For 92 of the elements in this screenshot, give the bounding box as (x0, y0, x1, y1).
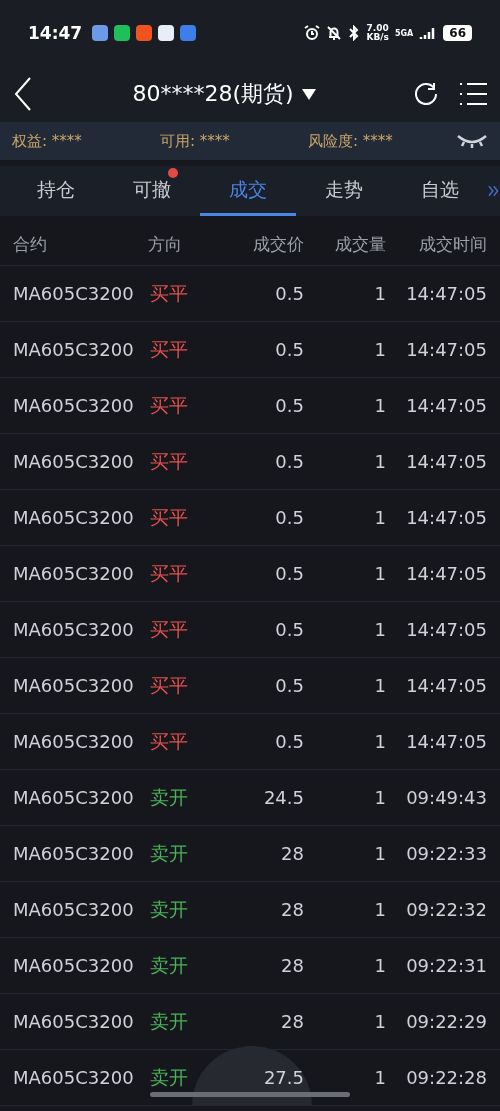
direction-label: 买平 (150, 728, 189, 754)
table-cell-text: MA605C3200 (13, 451, 135, 472)
column-header: 成交价 (252, 233, 304, 256)
table-cell-text: 1 (373, 619, 386, 640)
tab[interactable]: 走势 (296, 166, 393, 216)
table-cell-text: 0.5 (274, 451, 304, 472)
table-cell-text: 28 (280, 899, 304, 920)
table-cell-text: 14:47:05 (405, 619, 487, 640)
column-header: 方向 (148, 233, 183, 256)
direction-label: 买平 (150, 672, 189, 698)
table-cell-text: 24.5 (262, 787, 304, 808)
direction-label: 买平 (150, 280, 189, 306)
table-cell-text: 0.5 (274, 283, 304, 304)
table-cell-text: MA605C3200 (13, 563, 135, 584)
direction-label: 卖开 (150, 840, 189, 866)
table-cell-text: MA605C3200 (13, 507, 135, 528)
direction-label: 卖开 (150, 1064, 189, 1090)
table-cell-text: 09:22:31 (405, 955, 487, 976)
tab[interactable]: 自选 (392, 166, 489, 216)
table-cell-text: 09:22:29 (405, 1011, 487, 1032)
summary-field: 权益: **** (12, 131, 160, 151)
table-cell-text: 28 (280, 1011, 304, 1032)
table-cell-text: 1 (373, 283, 386, 304)
table-cell-text: 28 (280, 955, 304, 976)
direction-label: 买平 (150, 448, 189, 474)
summary-field: 可用: **** (160, 131, 308, 151)
table-cell-text: 1 (373, 955, 386, 976)
direction-label: 卖开 (150, 784, 189, 810)
column-header: 成交时间 (418, 233, 487, 256)
table-cell-text: 1 (373, 563, 386, 584)
table-cell-text: 1 (373, 899, 386, 920)
tab[interactable]: 持仓 (8, 166, 105, 216)
table-cell-text: MA605C3200 (13, 955, 135, 976)
table-cell-text: MA605C3200 (13, 1067, 135, 1088)
direction-label: 买平 (150, 336, 189, 362)
table-cell-text: 09:22:28 (405, 1067, 487, 1088)
column-header: 合约 (13, 233, 48, 256)
tab[interactable]: 成交 (200, 166, 297, 216)
table-cell-text: MA605C3200 (13, 675, 135, 696)
direction-label: 买平 (150, 392, 189, 418)
table-cell-text: 1 (373, 843, 386, 864)
table-cell-text: 09:22:33 (405, 843, 487, 864)
table-cell-text: 1 (373, 1067, 386, 1088)
table-cell-text: 0.5 (274, 563, 304, 584)
table-cell-text: MA605C3200 (13, 1011, 135, 1032)
direction-label: 卖开 (150, 1008, 189, 1034)
tab[interactable]: 可撤 (104, 166, 201, 216)
direction-label: 卖开 (150, 952, 189, 978)
table-cell-text: 14:47:05 (405, 731, 487, 752)
table-cell-text: 14:47:05 (405, 675, 487, 696)
direction-label: 买平 (150, 504, 189, 530)
table-cell-text: 0.5 (274, 339, 304, 360)
table-cell-text: MA605C3200 (13, 787, 135, 808)
table-cell-text: 14:47:05 (405, 283, 487, 304)
column-header: 成交量 (334, 233, 386, 256)
table-cell-text: 1 (373, 507, 386, 528)
table-cell-text: 0.5 (274, 731, 304, 752)
network-type: 5GA (394, 28, 414, 38)
direction-label: 卖开 (150, 896, 189, 922)
summary-field: 风险度: **** (308, 131, 456, 151)
table-cell-text: 1 (373, 339, 386, 360)
table-cell-text: MA605C3200 (13, 283, 135, 304)
table-cell-text: 0.5 (274, 675, 304, 696)
status-time: 14:47 (28, 23, 83, 43)
table-cell-text: 28 (280, 843, 304, 864)
table-cell-text: 0.5 (274, 395, 304, 416)
table-cell-text: 09:49:43 (405, 787, 487, 808)
table-cell-text: MA605C3200 (13, 899, 135, 920)
battery-level: 66 (443, 25, 472, 41)
table-cell-text: 27.5 (262, 1067, 304, 1088)
table-cell-text: MA605C3200 (13, 619, 135, 640)
table-cell-text: 0.5 (274, 507, 304, 528)
direction-label: 买平 (150, 560, 189, 586)
network-speed: 7.00 KB/s (366, 24, 389, 42)
table-cell-text: 1 (373, 1011, 386, 1032)
table-cell-text: MA605C3200 (13, 395, 135, 416)
table-cell-text: 1 (373, 451, 386, 472)
table-cell-text: 0.5 (274, 619, 304, 640)
table-cell-text: 1 (373, 395, 386, 416)
table-cell-text: MA605C3200 (13, 843, 135, 864)
table-cell-text: MA605C3200 (13, 731, 135, 752)
table-cell-text: 14:47:05 (405, 507, 487, 528)
table-cell-text: 1 (373, 731, 386, 752)
table-cell-text: 14:47:05 (405, 451, 487, 472)
table-cell-text: 14:47:05 (405, 339, 487, 360)
table-cell-text: 14:47:05 (405, 563, 487, 584)
table-cell-text: 09:22:32 (405, 899, 487, 920)
table-cell-text: 1 (373, 787, 386, 808)
direction-label: 买平 (150, 616, 189, 642)
table-cell-text: 1 (373, 675, 386, 696)
table-cell-text: 14:47:05 (405, 395, 487, 416)
table-cell-text: MA605C3200 (13, 339, 135, 360)
